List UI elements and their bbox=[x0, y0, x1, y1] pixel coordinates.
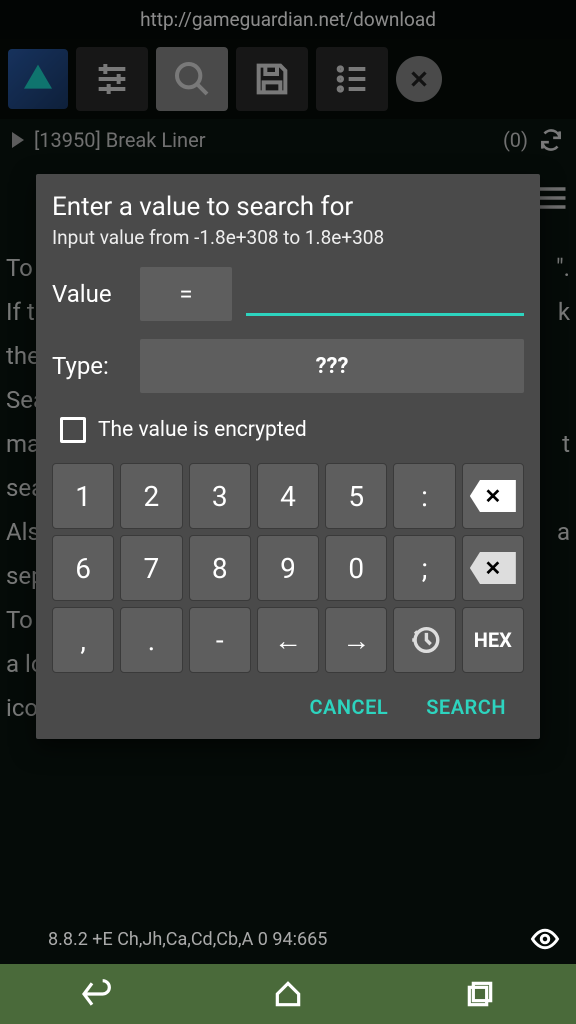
search-button[interactable]: SEARCH bbox=[426, 695, 506, 719]
keypad: 1 2 3 4 5 : ✕ 6 7 8 9 0 ; ✕ , . - ← → HE… bbox=[52, 463, 524, 673]
encrypted-checkbox[interactable] bbox=[60, 417, 86, 443]
key-backspace[interactable]: ✕ bbox=[462, 463, 524, 529]
encrypted-label: The value is encrypted bbox=[98, 418, 307, 442]
key-0[interactable]: 0 bbox=[325, 535, 387, 601]
key-minus[interactable]: - bbox=[189, 607, 251, 673]
key-9[interactable]: 9 bbox=[257, 535, 319, 601]
key-history[interactable] bbox=[393, 607, 455, 673]
type-button[interactable]: ??? bbox=[140, 339, 524, 393]
value-label: Value bbox=[52, 280, 126, 308]
eye-icon[interactable] bbox=[530, 924, 560, 954]
key-left[interactable]: ← bbox=[257, 607, 319, 673]
key-dot[interactable]: . bbox=[120, 607, 182, 673]
key-semicolon[interactable]: ; bbox=[393, 535, 455, 601]
value-input[interactable] bbox=[246, 272, 524, 316]
key-hex[interactable]: HEX bbox=[462, 607, 524, 673]
home-icon[interactable] bbox=[272, 978, 304, 1010]
delete-icon: ✕ bbox=[470, 552, 516, 584]
key-delete[interactable]: ✕ bbox=[462, 535, 524, 601]
nav-bar bbox=[0, 964, 576, 1024]
footer-text: 8.8.2 +E Ch,Jh,Ca,Cd,Cb,A 0 94:665 bbox=[48, 929, 327, 950]
dialog-title: Enter a value to search for bbox=[52, 192, 524, 222]
key-6[interactable]: 6 bbox=[52, 535, 114, 601]
key-comma[interactable]: , bbox=[52, 607, 114, 673]
key-4[interactable]: 4 bbox=[257, 463, 319, 529]
footer-info: 8.8.2 +E Ch,Jh,Ca,Cd,Cb,A 0 94:665 bbox=[48, 924, 560, 954]
cancel-button[interactable]: CANCEL bbox=[309, 695, 388, 719]
key-2[interactable]: 2 bbox=[120, 463, 182, 529]
dialog-subtitle: Input value from -1.8e+308 to 1.8e+308 bbox=[52, 226, 524, 249]
key-5[interactable]: 5 bbox=[325, 463, 387, 529]
search-dialog: Enter a value to search for Input value … bbox=[36, 174, 540, 739]
backspace-icon: ✕ bbox=[470, 480, 516, 512]
key-7[interactable]: 7 bbox=[120, 535, 182, 601]
key-1[interactable]: 1 bbox=[52, 463, 114, 529]
operator-button[interactable]: = bbox=[140, 267, 232, 321]
key-right[interactable]: → bbox=[325, 607, 387, 673]
back-icon[interactable] bbox=[80, 978, 112, 1010]
key-3[interactable]: 3 bbox=[189, 463, 251, 529]
key-colon[interactable]: : bbox=[393, 463, 455, 529]
type-label: Type: bbox=[52, 352, 126, 380]
encrypted-row[interactable]: The value is encrypted bbox=[52, 411, 524, 463]
history-icon bbox=[408, 623, 442, 657]
key-8[interactable]: 8 bbox=[189, 535, 251, 601]
recent-icon[interactable] bbox=[464, 978, 496, 1010]
